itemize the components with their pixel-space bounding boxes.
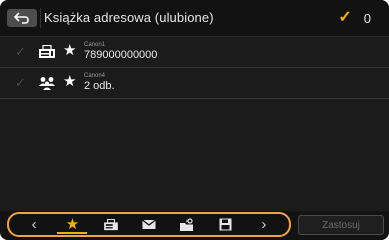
fax-icon — [39, 45, 55, 58]
header-divider — [40, 8, 41, 28]
tab-email[interactable] — [134, 215, 164, 234]
star-icon: ★ — [65, 215, 80, 233]
address-book-screen: Książka adresowa (ulubione) ✓ 0 ✓ ★ Cano… — [0, 0, 389, 240]
back-arrow-icon — [14, 12, 29, 24]
apply-button[interactable]: Zastosuj — [298, 215, 384, 235]
entry-value: 2 odb. — [84, 80, 115, 92]
tab-file-server[interactable] — [211, 215, 241, 234]
address-type-tabs: ‹ ★ › — [7, 212, 291, 237]
check-icon: ✓ — [338, 9, 352, 26]
checkbox-icon[interactable]: ✓ — [15, 75, 26, 91]
tab-favorites[interactable]: ★ — [57, 215, 88, 234]
group-icon — [39, 77, 55, 90]
entry-value: 789000000000 — [84, 49, 158, 61]
list-item[interactable]: ✓ ★ Canon1 789000000000 — [0, 37, 389, 68]
entry-name: Canon4 — [84, 73, 106, 79]
entry-name: Canon1 — [84, 42, 106, 48]
email-icon — [142, 219, 156, 229]
chevron-left-icon[interactable]: ‹ — [19, 215, 49, 234]
fax-icon — [103, 218, 118, 230]
save-icon — [219, 218, 232, 231]
selection-counter: ✓ 0 — [338, 9, 371, 27]
header-bar: Książka adresowa (ulubione) ✓ 0 — [0, 0, 389, 37]
checkbox-icon[interactable]: ✓ — [15, 44, 26, 60]
selected-count: 0 — [363, 10, 371, 26]
tab-fax[interactable] — [96, 215, 126, 234]
shared-folder-icon — [180, 217, 194, 231]
list-item[interactable]: ✓ ★ Canon4 2 odb. — [0, 68, 389, 99]
chevron-right-icon[interactable]: › — [249, 215, 279, 234]
back-button[interactable] — [7, 9, 37, 27]
address-list: ✓ ★ Canon1 789000000000 ✓ ★ Canon4 2 odb… — [0, 37, 389, 99]
star-icon: ★ — [63, 42, 77, 59]
tab-shared-folder[interactable] — [172, 215, 202, 234]
star-icon: ★ — [63, 73, 77, 90]
page-title: Książka adresowa (ulubione) — [44, 10, 214, 25]
